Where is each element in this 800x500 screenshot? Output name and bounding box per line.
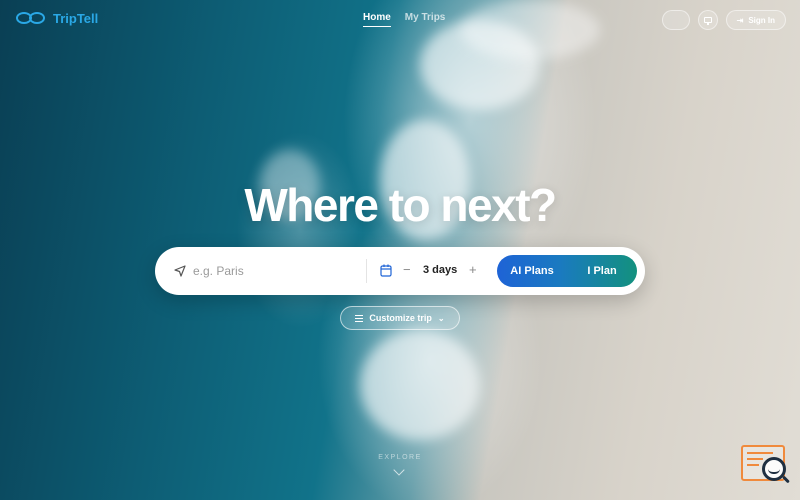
magnifier-handle bbox=[782, 475, 790, 484]
plan-mode-group: AI Plans I Plan bbox=[497, 255, 637, 287]
customize-trip-label: Customize trip bbox=[369, 313, 432, 323]
chevron-down-icon: ⌄ bbox=[437, 313, 445, 323]
brand-logo[interactable]: TripTell bbox=[16, 10, 98, 26]
monitor-icon bbox=[703, 17, 712, 25]
sign-in-button[interactable]: ⇥ Sign In bbox=[725, 10, 786, 30]
top-navigation: TripTell Home My Trips ⇥ Sign In bbox=[0, 0, 800, 40]
header-controls: ⇥ Sign In bbox=[661, 10, 786, 30]
infinity-logo-icon bbox=[16, 10, 46, 26]
theme-toggle-button[interactable] bbox=[697, 10, 718, 30]
sliders-icon bbox=[355, 314, 364, 322]
search-divider bbox=[366, 259, 367, 283]
ai-plans-button[interactable]: AI Plans bbox=[497, 255, 567, 287]
sign-in-label: Sign In bbox=[748, 15, 775, 25]
destination-input[interactable] bbox=[193, 261, 353, 281]
nav-link-my-trips[interactable]: My Trips bbox=[405, 12, 446, 27]
customize-trip-button[interactable]: Customize trip ⌄ bbox=[340, 306, 460, 330]
sign-in-icon: ⇥ bbox=[736, 15, 744, 25]
search-widget-button[interactable] bbox=[741, 445, 791, 489]
location-arrow-icon bbox=[174, 265, 186, 277]
explore-label: EXPLORE bbox=[378, 454, 422, 461]
brand-name: TripTell bbox=[53, 10, 99, 26]
nav-link-home[interactable]: Home bbox=[363, 12, 391, 27]
calendar-icon[interactable] bbox=[380, 264, 392, 277]
days-value: 3 days bbox=[423, 264, 458, 276]
i-plan-button[interactable]: I Plan bbox=[567, 255, 637, 287]
increase-days-button[interactable]: + bbox=[469, 262, 477, 277]
language-button[interactable] bbox=[661, 10, 690, 30]
decrease-days-button[interactable]: − bbox=[403, 262, 411, 277]
main-nav: Home My Trips bbox=[363, 12, 445, 27]
hero-title: Where to next? bbox=[244, 179, 557, 231]
trip-search-bar: − 3 days + AI Plans I Plan bbox=[155, 247, 645, 295]
